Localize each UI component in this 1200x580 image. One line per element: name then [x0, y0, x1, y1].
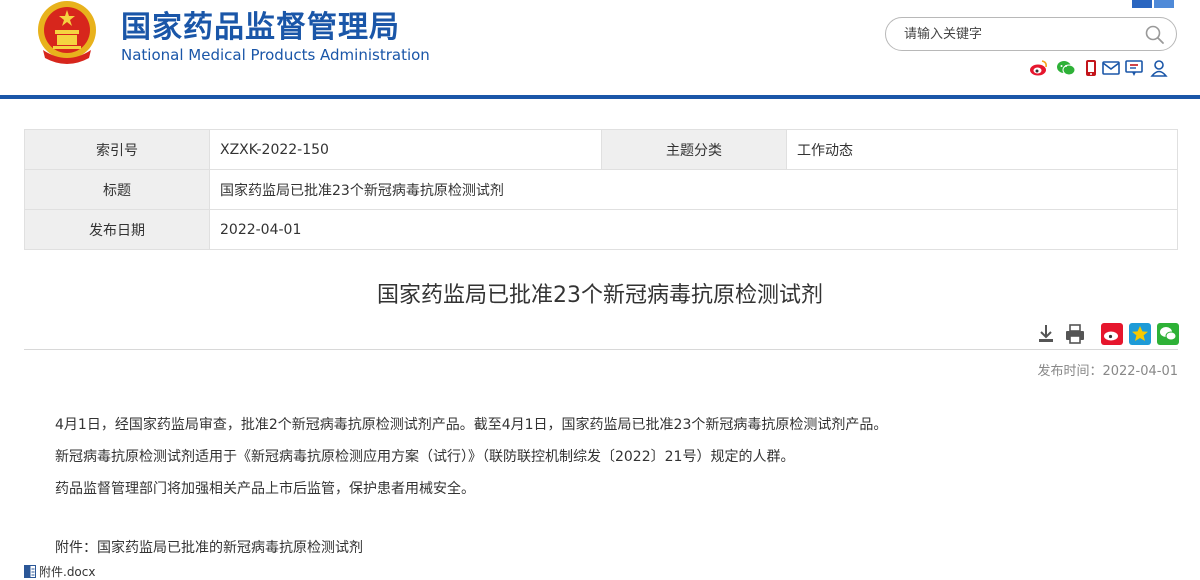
meta-row: 索引号 XZXK-2022-150 主题分类 工作动态: [24, 129, 1178, 170]
user-icon[interactable]: [1149, 58, 1169, 78]
site-title-en[interactable]: National Medical Products Administration: [121, 46, 430, 64]
search-icon[interactable]: [1144, 24, 1166, 46]
topic-label: 主题分类: [601, 129, 787, 170]
date-value: 2022-04-01: [209, 209, 1178, 250]
mobile-icon[interactable]: [1081, 58, 1101, 78]
print-icon[interactable]: [1064, 323, 1086, 345]
wechat-icon[interactable]: [1056, 58, 1076, 78]
share-wechat-icon[interactable]: [1157, 323, 1179, 345]
word-doc-icon: [24, 565, 36, 578]
article-paragraph: 4月1日，经国家药监局审查，批准2个新冠病毒抗原检测试剂产品。截至4月1日，国家…: [55, 417, 888, 433]
attachment-filename[interactable]: 附件.docx: [39, 563, 95, 580]
search-input[interactable]: [904, 25, 1134, 43]
share-weibo-icon[interactable]: [1101, 323, 1123, 345]
title-label: 标题: [24, 169, 210, 210]
site-title[interactable]: 国家药品监督管理局: [121, 2, 400, 46]
index-label: 索引号: [24, 129, 210, 170]
index-value: XZXK-2022-150: [209, 129, 602, 170]
article-paragraph: 药品监督管理部门将加强相关产品上市后监管，保护患者用械安全。: [55, 481, 475, 497]
attachment-label: 附件：国家药监局已批准的新冠病毒抗原检测试剂: [55, 540, 363, 556]
article-title: 国家药监局已批准23个新冠病毒抗原检测试剂: [377, 283, 823, 308]
document-meta-table: 索引号 XZXK-2022-150 主题分类 工作动态 标题 国家药监局已批准2…: [24, 129, 1178, 250]
weibo-icon[interactable]: [1029, 58, 1049, 78]
lang-tab-en[interactable]: [1154, 0, 1174, 8]
site-header: 国家药品监督管理局 National Medical Products Admi…: [0, 0, 1200, 100]
article-paragraph: 新冠病毒抗原检测试剂适用于《新冠病毒抗原检测应用方案（试行）》（联防联控机制综发…: [55, 449, 795, 465]
download-icon[interactable]: [1036, 323, 1056, 345]
search-box[interactable]: [885, 17, 1177, 51]
share-qzone-icon[interactable]: [1129, 323, 1151, 345]
title-value: 国家药监局已批准23个新冠病毒抗原检测试剂: [209, 169, 1178, 210]
publish-time: 发布时间：2022-04-01: [1037, 364, 1178, 379]
meta-row: 发布日期 2022-04-01: [24, 209, 1178, 250]
meta-row: 标题 国家药监局已批准23个新冠病毒抗原检测试剂: [24, 169, 1178, 210]
email-icon[interactable]: [1101, 58, 1121, 78]
attachment-link[interactable]: 附件.docx: [24, 563, 95, 580]
message-icon[interactable]: [1124, 58, 1144, 78]
topic-value: 工作动态: [786, 129, 1178, 170]
date-label: 发布日期: [24, 209, 210, 250]
article-divider: [24, 349, 1178, 350]
national-emblem-icon: [38, 1, 96, 64]
lang-tab-cn[interactable]: [1132, 0, 1152, 8]
header-divider: [0, 95, 1200, 99]
